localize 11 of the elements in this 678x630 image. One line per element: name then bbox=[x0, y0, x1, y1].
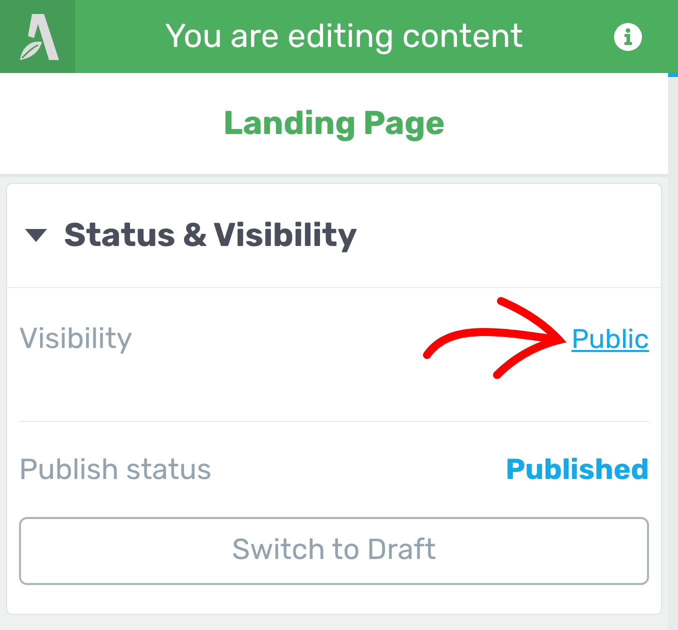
header-title: You are editing content bbox=[164, 16, 524, 58]
row-label: Publish status bbox=[19, 452, 212, 489]
info-icon[interactable] bbox=[613, 22, 643, 52]
visibility-link[interactable]: Public bbox=[571, 319, 649, 360]
row-label: Visibility bbox=[19, 320, 132, 358]
caret-icon bbox=[25, 229, 47, 242]
switch-to-draft-button[interactable]: Switch to Draft bbox=[19, 517, 649, 585]
page-title: Landing Page bbox=[223, 102, 445, 145]
section-title: Status & Visibility bbox=[64, 214, 358, 257]
section-header[interactable]: Status & Visibility bbox=[7, 184, 661, 288]
publish-status: Published bbox=[506, 452, 649, 489]
